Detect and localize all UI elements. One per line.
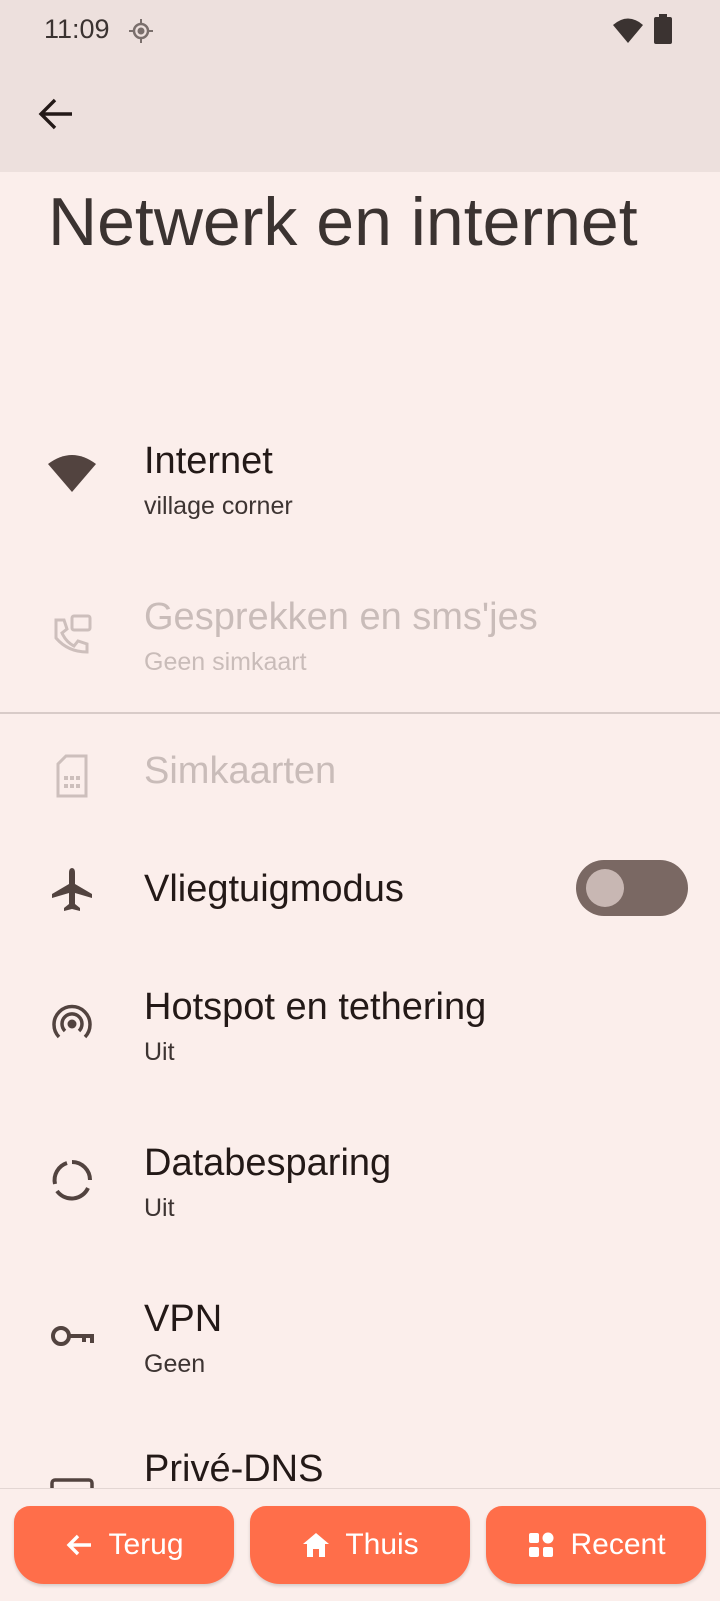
calls-sms-item: Gesprekken en sms'jes Geen simkaart: [0, 586, 720, 696]
home-icon: [303, 1533, 330, 1557]
calls-sms-subtitle: Geen simkaart: [144, 648, 307, 676]
recent-button-label: Recent: [570, 1528, 666, 1561]
back-button[interactable]: Terug: [14, 1506, 234, 1584]
vpn-subtitle: Geen: [144, 1350, 206, 1378]
data-saver-subtitle: Uit: [144, 1194, 175, 1222]
bottom-nav-bar: Terug Thuis Recent: [0, 1488, 720, 1601]
hotspot-item[interactable]: Hotspot en tethering Uit: [0, 976, 720, 1086]
hotspot-icon: [52, 1004, 92, 1039]
battery-icon: [654, 14, 672, 44]
home-button[interactable]: Thuis: [250, 1506, 470, 1584]
app-bar: [0, 64, 720, 172]
section-divider: [0, 712, 720, 714]
wifi-icon: [48, 455, 96, 492]
vpn-item[interactable]: VPN Geen: [0, 1288, 720, 1398]
sim-card-icon: [56, 754, 88, 798]
calls-sms-title: Gesprekken en sms'jes: [144, 596, 538, 638]
back-button-label: Terug: [108, 1528, 184, 1561]
data-saver-item[interactable]: Databesparing Uit: [0, 1132, 720, 1242]
wifi-signal-icon: [613, 18, 643, 43]
home-button-label: Thuis: [345, 1528, 419, 1561]
airplane-mode-title: Vliegtuigmodus: [144, 868, 404, 910]
recent-apps-icon: [529, 1532, 554, 1557]
vpn-key-icon: [51, 1326, 94, 1346]
hotspot-subtitle: Uit: [144, 1038, 175, 1066]
airplane-icon: [52, 868, 92, 911]
airplane-mode-toggle[interactable]: [576, 860, 688, 916]
vpn-title: VPN: [144, 1298, 223, 1340]
data-saver-title: Databesparing: [144, 1142, 392, 1184]
recent-button[interactable]: Recent: [486, 1506, 706, 1584]
status-bar: 11:09: [0, 0, 720, 64]
location-icon: [129, 19, 153, 43]
data-saver-icon: [52, 1160, 92, 1201]
arrow-left-icon: [67, 1534, 92, 1556]
toggle-knob: [586, 869, 624, 907]
internet-item[interactable]: Internet village corner: [0, 430, 720, 540]
dns-icon: [50, 1478, 94, 1488]
hotspot-title: Hotspot en tethering: [144, 986, 487, 1028]
internet-title: Internet: [144, 440, 273, 482]
back-arrow-icon[interactable]: [36, 94, 76, 134]
page-title: Netwerk en internet: [48, 184, 638, 260]
call-sms-icon: [54, 614, 92, 654]
sim-cards-item: Simkaarten: [0, 740, 720, 830]
internet-subtitle: village corner: [144, 492, 293, 520]
private-dns-item[interactable]: Privé-DNS: [0, 1444, 720, 1488]
private-dns-title: Privé-DNS: [144, 1448, 324, 1488]
status-time: 11:09: [44, 14, 110, 44]
sim-cards-title: Simkaarten: [144, 750, 337, 792]
